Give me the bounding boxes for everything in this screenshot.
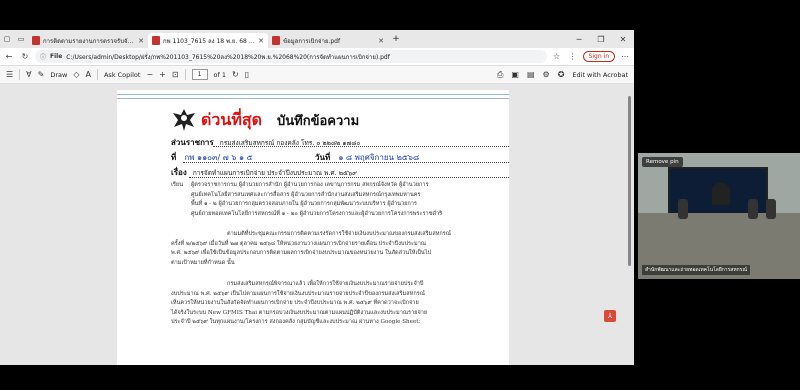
tab-1[interactable]: การติดตามรายงานการตรวจรับจัดซื้อ/... ✕ bbox=[28, 33, 148, 48]
garuda-emblem-icon bbox=[173, 109, 195, 131]
pdf-page: ด่วนที่สุด บันทึกข้อความ ส่วนราชการ กรมส… bbox=[117, 90, 509, 365]
tab-bar: ▢ ▭ การติดตามรายงานการตรวจรับจัดซื้อ/...… bbox=[0, 30, 634, 48]
pdf-icon bbox=[152, 36, 160, 45]
new-tab-button[interactable]: + bbox=[388, 34, 404, 44]
back-icon[interactable]: ← bbox=[3, 52, 15, 61]
draw-button[interactable]: Draw bbox=[50, 71, 67, 79]
pdf-toolbar: ☰ ∀ ✎ Draw ◇ A Ask Copilot − + ⊡ 1 of 1 … bbox=[0, 66, 634, 84]
tab-title: กพ 1103_7615 ลง 18 พ.ย. 68 (การเบิก... bbox=[163, 37, 255, 45]
rotate-icon[interactable]: ↻ bbox=[232, 70, 239, 79]
paragraph-2: ตามมติที่ประชุมคณะกรรมการติดตามเร่งรัดกา… bbox=[171, 230, 451, 268]
address-bar-row: ← ↻ ⓘ File C:/Users/admin/Desktop/ฝรั่ง/… bbox=[0, 48, 634, 66]
participant-figure bbox=[712, 183, 730, 205]
vertical-scrollbar[interactable] bbox=[627, 88, 632, 348]
department-row: ส่วนราชการ กรมส่งเสริมสหกรณ์ กองคลัง โทร… bbox=[171, 136, 360, 149]
url-text[interactable]: C:/Users/admin/Desktop/ฝรั่ง/กพ%201103_7… bbox=[66, 52, 390, 62]
text-line: ได้จริงในระบบ New GFMIS Thai ตามกรอบวงเง… bbox=[171, 309, 428, 316]
eraser-icon[interactable]: ◇ bbox=[73, 70, 79, 79]
salutation: เรียน bbox=[171, 182, 184, 188]
settings-icon[interactable]: ⚙ bbox=[543, 70, 550, 79]
paragraph-3: กรมส่งเสริมสหกรณ์พิจารณาแล้ว เพื่อให้การ… bbox=[171, 280, 427, 328]
tab-actions-icon[interactable]: ▭ bbox=[14, 30, 28, 48]
zoom-in-icon[interactable]: + bbox=[159, 70, 166, 79]
acrobat-icon[interactable]: ✪ bbox=[558, 70, 565, 79]
remove-pin-button[interactable]: Remove pin bbox=[642, 157, 683, 167]
zoom-out-icon[interactable]: − bbox=[146, 70, 153, 79]
refresh-icon[interactable]: ↻ bbox=[19, 52, 31, 61]
page-number-input[interactable]: 1 bbox=[191, 69, 208, 80]
pdf-icon bbox=[32, 36, 40, 45]
text-line: พื้นที่ ๑ - ๒ ผู้อำนวยการกลุ่มตรวจสอบภาย… bbox=[191, 201, 417, 207]
page-total: of 1 bbox=[213, 70, 227, 79]
text-line: ครั้งที่ ๒/๒๕๖๙ เมื่อวันที่ ๒๗ ตุลาคม ๒๕… bbox=[171, 240, 427, 247]
save-icon[interactable]: ▣ bbox=[511, 70, 519, 79]
scrollbar-thumb[interactable] bbox=[628, 96, 631, 266]
draw-icon[interactable]: ✎ bbox=[38, 70, 45, 79]
browser-window: ▢ ▭ การติดตามรายงานการตรวจรับจัดซื้อ/...… bbox=[0, 30, 634, 365]
highlight-icon[interactable]: ∀ bbox=[26, 70, 31, 79]
copilot-button[interactable]: Ask Copilot bbox=[104, 71, 140, 79]
favorite-icon[interactable]: ☆ bbox=[551, 52, 563, 61]
close-window-icon[interactable]: ✕ bbox=[612, 35, 634, 44]
more-icon[interactable]: ⋯ bbox=[619, 52, 631, 61]
window-menu-icon[interactable]: ▢ bbox=[0, 30, 14, 48]
screen: ▢ ▭ การติดตามรายงานการตรวจรับจัดซื้อ/...… bbox=[0, 0, 800, 390]
text-line: ตามเป้าหมายที่กำหนด นั้น bbox=[171, 259, 235, 266]
subject-label: เรื่อง bbox=[171, 167, 187, 177]
window-controls: ─ ❐ ✕ bbox=[568, 35, 634, 44]
pdf-badge-icon[interactable]: ⅄ bbox=[604, 310, 616, 322]
fit-page-icon[interactable]: ⊡ bbox=[172, 70, 179, 79]
close-icon[interactable]: ✕ bbox=[258, 37, 264, 45]
text-line: งบประมาณ พ.ศ. ๒๕๖๙ เป็นไปตามแผนการใช้จ่า… bbox=[171, 290, 425, 297]
subject-value: การจัดทำแผนการเบิกจ่าย ประจำปีงบประมาณ พ… bbox=[192, 169, 357, 177]
text-line: ประจำปี ๒๕๖๙ ในทุกแผนงาน/โครงการ ส่งกองค… bbox=[171, 319, 421, 325]
contents-icon[interactable]: ☰ bbox=[6, 70, 13, 79]
close-icon[interactable]: ✕ bbox=[138, 37, 144, 45]
print-icon[interactable]: ⎙ bbox=[497, 70, 503, 80]
paragraph-1: ผู้ตรวจราชการกรม ผู้อำนวยการสำนัก ผู้อำน… bbox=[191, 181, 442, 219]
toolbar-right: ⎙ ▣ ▤ ⚙ ✪ Edit with Acrobat bbox=[497, 70, 628, 80]
text-line: ศูนย์เทคโนโลยีสารสนเทศและการสื่อสาร ผู้อ… bbox=[191, 191, 421, 198]
maximize-icon[interactable]: ❐ bbox=[590, 35, 612, 44]
sign-in-button[interactable]: Sign in bbox=[582, 51, 615, 62]
minimize-icon[interactable]: ─ bbox=[568, 35, 590, 44]
close-icon[interactable]: ✕ bbox=[378, 37, 384, 45]
memo-title: บันทึกข้อความ bbox=[277, 114, 360, 129]
text-line: ศูนย์ถ่ายทอดเทคโนโลยีการสหกรณ์ที่ ๑ - ๒๐… bbox=[191, 210, 443, 217]
department-label: ส่วนราชการ bbox=[171, 137, 214, 147]
tab-title: การติดตามรายงานการตรวจรับจัดซื้อ/... bbox=[43, 37, 136, 45]
save-as-icon[interactable]: ▤ bbox=[527, 70, 535, 79]
tab-3[interactable]: ข้อมูลการเบิกจ่าย.pdf ✕ bbox=[268, 33, 388, 48]
tab-title: ข้อมูลการเบิกจ่าย.pdf bbox=[283, 37, 341, 45]
pdf-viewer: ด่วนที่สุด บันทึกข้อความ ส่วนราชการ กรมส… bbox=[0, 84, 634, 365]
favorites-bar-icon[interactable]: ⋮ bbox=[567, 52, 579, 61]
date-value: ๑ ๘ พฤศจิกายน ๒๕๖๘ bbox=[338, 153, 420, 162]
date-label: วันที่ bbox=[315, 152, 331, 162]
edit-with-acrobat-button[interactable]: Edit with Acrobat bbox=[572, 71, 628, 79]
info-icon[interactable]: ⓘ bbox=[40, 52, 46, 61]
tab-2[interactable]: กพ 1103_7615 ลง 18 พ.ย. 68 (การเบิก... ✕ bbox=[148, 33, 268, 48]
text-line: เห็นควรให้หน่วยงานในสังกัดจัดทำแผนการเบิ… bbox=[171, 300, 419, 306]
page-view-icon[interactable]: ▯ bbox=[245, 70, 249, 79]
text-line: พ.ศ. ๒๕๖๙ เพื่อใช้เป็นข้อมูลประกอบการติด… bbox=[171, 250, 432, 256]
participant-name: สำนักพัฒนาและถ่ายทอดเทคโนโลยีการสหกรณ์ bbox=[642, 265, 750, 275]
reference-label: ที่ bbox=[171, 152, 177, 162]
text-line: ผู้ตรวจราชการกรม ผู้อำนวยการสำนัก ผู้อำน… bbox=[191, 182, 429, 188]
reference-value: กพ ๑๑๐๓/ ๗ ๖ ๑ ๕ bbox=[184, 153, 253, 162]
address-bar[interactable]: ⓘ File C:/Users/admin/Desktop/ฝรั่ง/กพ%2… bbox=[35, 50, 547, 63]
video-tile[interactable]: Remove pin สำนักพัฒนาและถ่ายทอดเทคโนโลยี… bbox=[638, 153, 800, 279]
text-line: ตามมติที่ประชุมคณะกรรมการติดตามเร่งรัดกา… bbox=[227, 231, 451, 237]
text-line: กรมส่งเสริมสหกรณ์พิจารณาแล้ว เพื่อให้การ… bbox=[227, 281, 424, 287]
urgent-stamp: ด่วนที่สุด bbox=[201, 110, 263, 129]
scheme-label: File bbox=[50, 53, 63, 60]
text-icon[interactable]: A bbox=[86, 70, 91, 79]
pdf-icon bbox=[272, 36, 280, 45]
